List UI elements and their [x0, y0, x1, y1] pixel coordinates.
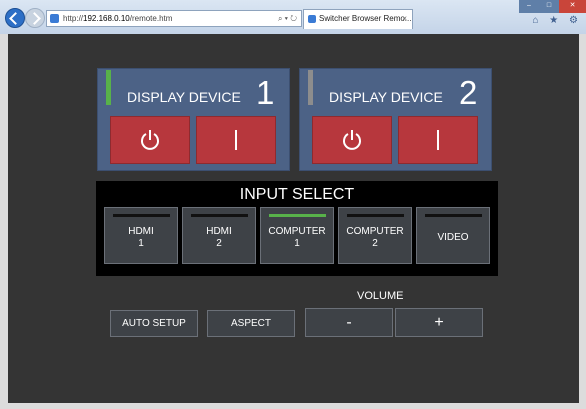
toolbar-icons[interactable]: ⌂ ★ ⚙ — [532, 15, 582, 26]
page-icon — [50, 14, 59, 23]
input-video-button[interactable]: VIDEO — [416, 207, 490, 264]
aspect-button[interactable]: ASPECT — [207, 310, 295, 337]
display-device-1-panel: DISPLAY DEVICE 1 — [97, 68, 290, 171]
browser-window: http://192.168.0.10/remote.htm ⌕ ▾ ↻ Swi… — [0, 0, 586, 409]
window-border-bottom — [0, 403, 586, 409]
input-label: HDMI — [128, 226, 154, 237]
input-number: 2 — [372, 238, 378, 249]
display-device-2-panel: DISPLAY DEVICE 2 — [299, 68, 492, 171]
device-1-label: DISPLAY DEVICE — [127, 89, 241, 105]
power-icon — [343, 130, 361, 150]
input-hdmi-1-button[interactable]: HDMI 1 — [104, 207, 178, 264]
address-path: /remote.htm — [129, 14, 173, 23]
power-icon — [141, 130, 159, 150]
window-border-left — [0, 34, 8, 409]
input-select-title: INPUT SELECT — [239, 186, 355, 203]
volume-label: VOLUME — [357, 290, 404, 302]
input-select-panel: INPUT SELECT HDMI 1 HDMI 2 COMPUTER 1 CO… — [96, 181, 498, 276]
device-2-number: 2 — [459, 74, 478, 111]
input-number: 1 — [294, 238, 300, 249]
back-icon[interactable] — [5, 8, 25, 28]
standby-line-icon — [437, 130, 439, 150]
device-2-label: DISPLAY DEVICE — [329, 89, 443, 105]
tab-close-icon[interactable]: × — [402, 10, 407, 28]
tab-title: Switcher Browser Remo... — [319, 14, 412, 23]
address-host: 192.168.0.10 — [83, 14, 130, 23]
device-2-power-off-button[interactable] — [398, 116, 478, 164]
favicon-icon — [308, 15, 316, 23]
device-2-indicator — [308, 70, 313, 105]
input-indicator — [113, 214, 170, 217]
address-controls[interactable]: ⌕ ▾ ↻ — [278, 11, 297, 26]
auto-setup-button[interactable]: AUTO SETUP — [110, 310, 198, 337]
browser-toolbar: http://192.168.0.10/remote.htm ⌕ ▾ ↻ Swi… — [0, 0, 586, 34]
volume-down-button[interactable]: - — [305, 308, 393, 337]
minimize-icon[interactable]: – — [519, 0, 539, 13]
input-label: COMPUTER — [346, 226, 404, 237]
device-1-number: 1 — [256, 74, 275, 111]
address-bar[interactable]: http://192.168.0.10/remote.htm ⌕ ▾ ↻ — [46, 10, 302, 27]
input-number: 1 — [138, 238, 144, 249]
maximize-icon[interactable]: □ — [539, 0, 559, 13]
input-indicator — [425, 214, 482, 217]
standby-line-icon — [235, 130, 237, 150]
device-1-power-on-button[interactable] — [110, 116, 190, 164]
input-label: HDMI — [206, 226, 232, 237]
window-border-right — [579, 34, 586, 409]
address-url: http://192.168.0.10/remote.htm — [63, 11, 172, 26]
device-1-power-off-button[interactable] — [196, 116, 276, 164]
input-label: VIDEO — [437, 232, 469, 243]
volume-up-button[interactable]: + — [395, 308, 483, 337]
address-prefix: http:// — [63, 14, 84, 23]
forward-icon[interactable] — [25, 8, 45, 28]
device-2-power-on-button[interactable] — [312, 116, 392, 164]
input-number: 2 — [216, 238, 222, 249]
input-hdmi-2-button[interactable]: HDMI 2 — [182, 207, 256, 264]
input-indicator — [191, 214, 248, 217]
input-label: COMPUTER — [268, 226, 326, 237]
input-computer-2-button[interactable]: COMPUTER 2 — [338, 207, 412, 264]
input-computer-1-button[interactable]: COMPUTER 1 — [260, 207, 334, 264]
close-icon[interactable]: ✕ — [559, 0, 586, 13]
device-1-indicator — [106, 70, 111, 105]
window-controls: – □ ✕ — [519, 0, 586, 13]
input-indicator — [347, 214, 404, 217]
input-indicator-selected — [269, 214, 326, 217]
browser-tab[interactable]: Switcher Browser Remo... × — [303, 9, 413, 29]
